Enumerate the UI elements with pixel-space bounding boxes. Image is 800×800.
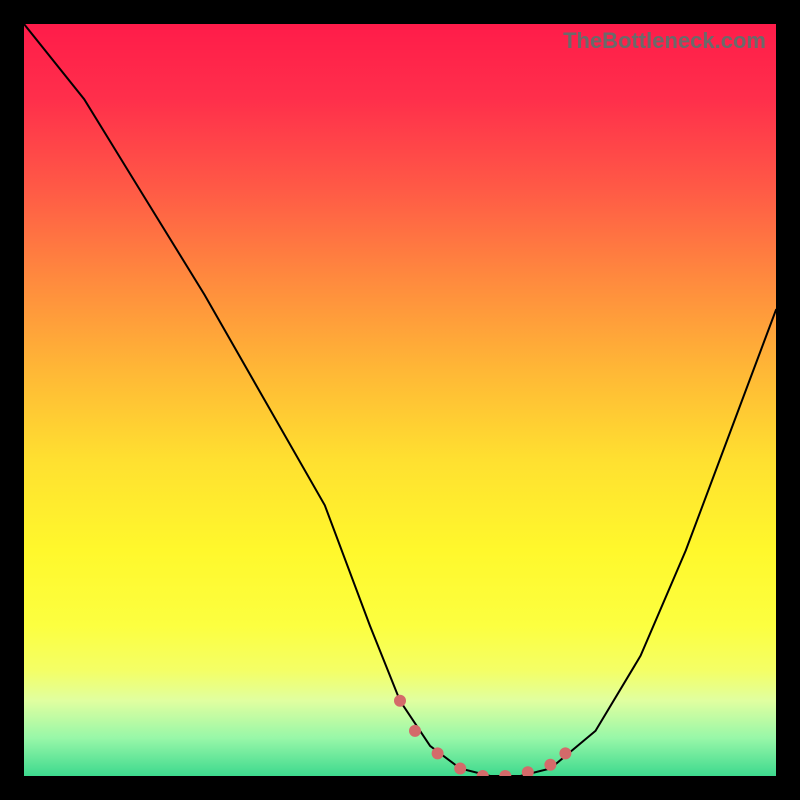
curve-marker: [559, 747, 571, 759]
curve-marker: [522, 766, 534, 776]
chart-frame: TheBottleneck.com: [0, 0, 800, 800]
curve-marker: [544, 759, 556, 771]
chart-svg: [24, 24, 776, 776]
chart-plot-area: TheBottleneck.com: [24, 24, 776, 776]
curve-marker: [432, 747, 444, 759]
bottleneck-curve: [24, 24, 776, 776]
curve-marker: [409, 725, 421, 737]
watermark-text: TheBottleneck.com: [563, 28, 766, 54]
curve-markers: [394, 695, 571, 776]
curve-marker: [454, 763, 466, 775]
curve-marker: [477, 770, 489, 776]
curve-marker: [394, 695, 406, 707]
curve-marker: [499, 770, 511, 776]
